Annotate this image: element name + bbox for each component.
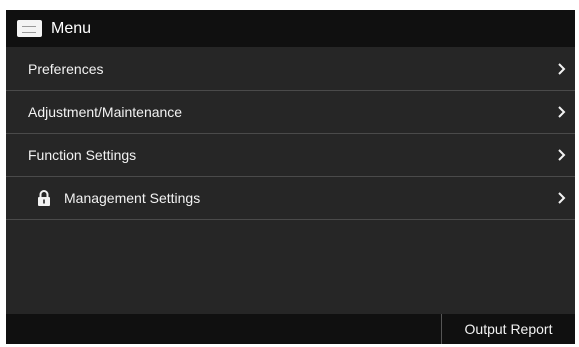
- menu-item-label: Preferences: [28, 61, 104, 77]
- menu-item-management-settings[interactable]: Management Settings: [6, 177, 575, 220]
- menu-item-label: Adjustment/Maintenance: [28, 104, 183, 120]
- menu-icon: [17, 20, 42, 37]
- footer-bar: Output Report: [6, 314, 575, 344]
- chevron-right-icon: [558, 106, 566, 118]
- menu-item-label: Function Settings: [28, 147, 137, 163]
- menu-item-preferences[interactable]: Preferences: [6, 48, 575, 91]
- chevron-right-icon: [558, 63, 566, 75]
- device-screen: Menu Preferences Adjustment/Maintenance …: [6, 10, 575, 344]
- menu-item-adjustment-maintenance[interactable]: Adjustment/Maintenance: [6, 91, 575, 134]
- output-report-button[interactable]: Output Report: [442, 314, 575, 344]
- menu-item-function-settings[interactable]: Function Settings: [6, 134, 575, 177]
- chevron-right-icon: [558, 149, 566, 161]
- title-bar: Menu: [6, 10, 575, 47]
- lock-icon: [38, 190, 50, 206]
- chevron-right-icon: [558, 192, 566, 204]
- menu-item-label: Management Settings: [64, 190, 201, 206]
- menu-list: Preferences Adjustment/Maintenance Funct…: [6, 48, 575, 220]
- page-title: Menu: [51, 19, 92, 37]
